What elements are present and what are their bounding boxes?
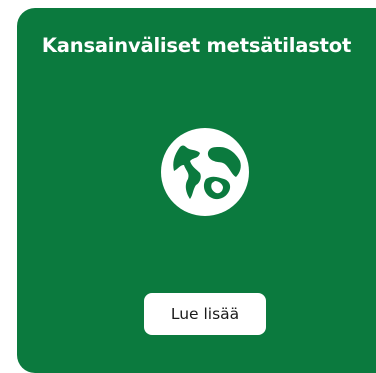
globe-icon xyxy=(161,128,249,216)
read-more-button[interactable]: Lue lisää xyxy=(144,293,266,335)
card-title: Kansainväliset metsätilastot xyxy=(41,34,352,57)
info-card: Kansainväliset metsätilastot Lue lisää xyxy=(17,8,376,373)
